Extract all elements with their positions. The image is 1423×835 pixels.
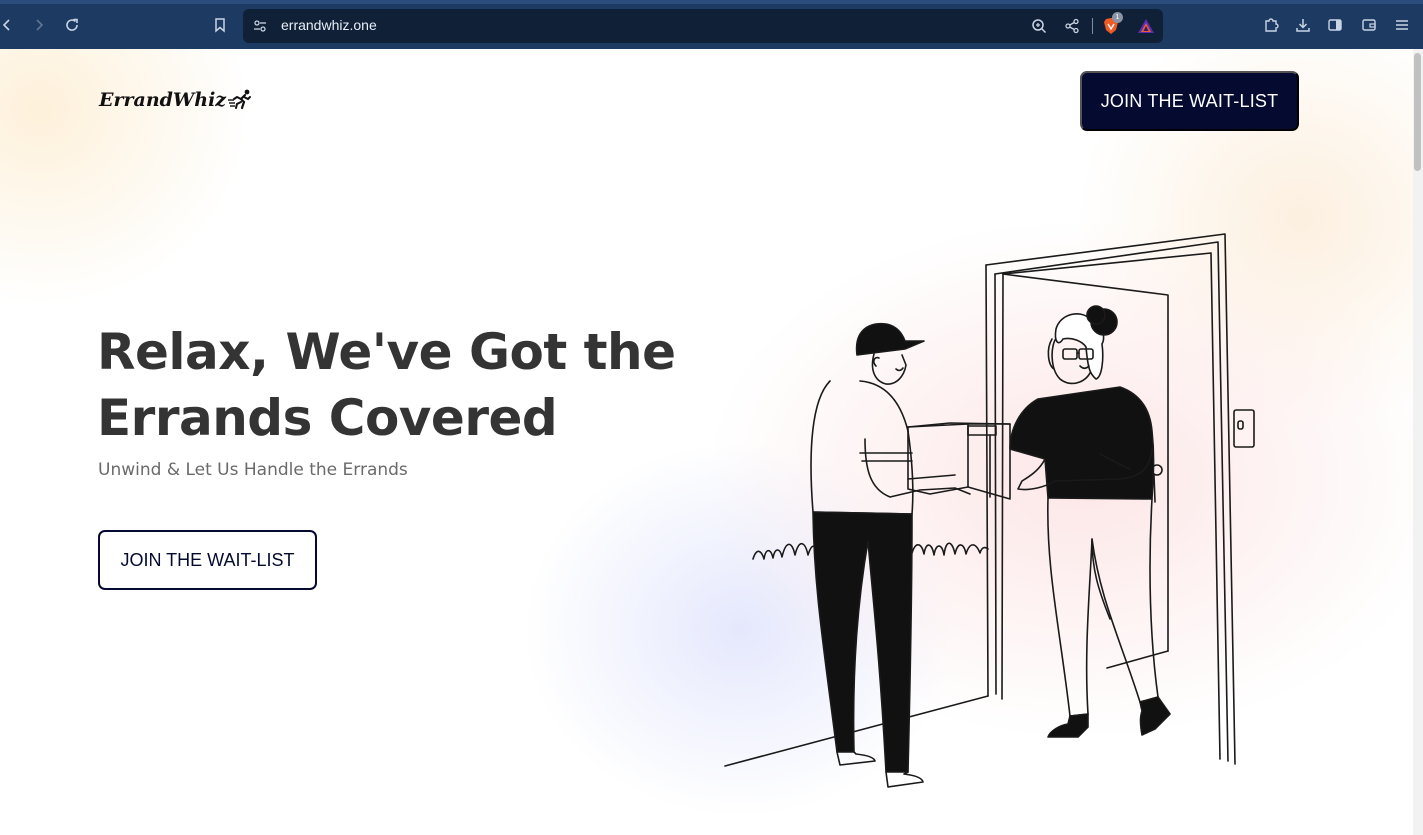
download-icon[interactable] — [1292, 14, 1314, 36]
zoom-icon[interactable] — [1028, 15, 1050, 37]
browser-toolbar: errandwhiz.one 1 — [0, 0, 1423, 49]
join-waitlist-header-button[interactable]: JOIN THE WAIT-LIST — [1080, 71, 1299, 131]
brave-rewards-icon[interactable] — [1135, 15, 1157, 37]
headline-line-1: Relax, We've Got the — [97, 323, 676, 381]
hero-headline: Relax, We've Got the Errands Covered — [97, 319, 717, 451]
address-bar[interactable]: errandwhiz.one 1 — [243, 9, 1163, 43]
bookmark-icon[interactable] — [209, 14, 231, 36]
headline-line-2: Errands Covered — [97, 389, 558, 447]
scrollbar-thumb[interactable] — [1414, 53, 1421, 171]
sidebar-icon[interactable] — [1324, 14, 1346, 36]
brave-shields-icon[interactable]: 1 — [1100, 12, 1123, 37]
url-text[interactable]: errandwhiz.one — [281, 17, 377, 33]
menu-icon[interactable] — [1391, 14, 1413, 36]
running-man-icon — [228, 89, 252, 110]
reload-icon[interactable] — [61, 14, 83, 36]
extensions-icon[interactable] — [1260, 14, 1282, 36]
site-settings-icon[interactable] — [249, 15, 271, 37]
join-waitlist-hero-button[interactable]: JOIN THE WAIT-LIST — [98, 530, 317, 590]
logo-text: ErrandWhiz — [99, 89, 227, 111]
page-scrollbar[interactable] — [1413, 49, 1423, 835]
wallet-icon[interactable] — [1358, 14, 1380, 36]
urlbar-separator — [1092, 18, 1093, 34]
shields-count-badge: 1 — [1112, 12, 1123, 23]
forward-icon[interactable] — [28, 14, 50, 36]
hero-subheadline: Unwind & Let Us Handle the Errands — [98, 460, 408, 480]
share-icon[interactable] — [1061, 15, 1083, 37]
back-icon[interactable] — [0, 14, 18, 36]
delivery-illustration — [724, 233, 1255, 788]
site-logo[interactable]: ErrandWhiz — [99, 87, 252, 113]
page-content: ErrandWhiz JOIN THE WAIT-LIST Relax, We'… — [0, 49, 1423, 835]
